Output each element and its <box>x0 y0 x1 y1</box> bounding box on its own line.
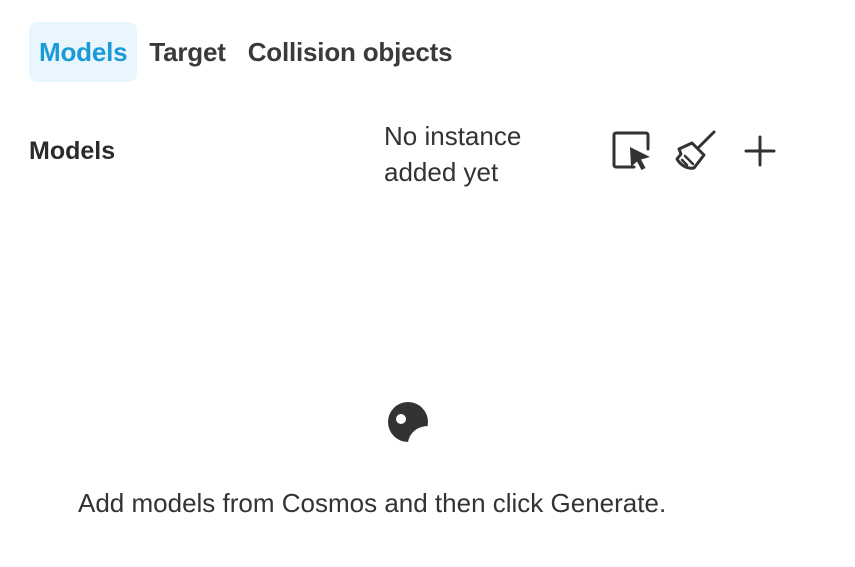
models-toolbar <box>609 128 783 174</box>
instance-status-text: No instance added yet <box>384 121 522 187</box>
section-title: Models <box>29 137 116 165</box>
models-header: Models No instance added yet <box>29 118 815 194</box>
select-instance-button[interactable] <box>609 128 655 174</box>
tab-target[interactable]: Target <box>139 22 235 82</box>
add-instance-button[interactable] <box>737 128 783 174</box>
models-panel: Models Target Collision objects Models N… <box>0 0 855 567</box>
clear-instances-button[interactable] <box>673 128 719 174</box>
cosmos-icon <box>386 400 430 444</box>
empty-state: Add models from Cosmos and then click Ge… <box>0 400 815 518</box>
select-cursor-icon <box>612 131 650 170</box>
tab-collision-objects[interactable]: Collision objects <box>238 22 463 82</box>
tab-bar: Models Target Collision objects <box>29 22 464 82</box>
empty-state-message: Add models from Cosmos and then click Ge… <box>78 488 667 518</box>
tab-models[interactable]: Models <box>29 22 138 82</box>
plus-icon <box>744 135 776 167</box>
broom-icon <box>675 130 716 170</box>
